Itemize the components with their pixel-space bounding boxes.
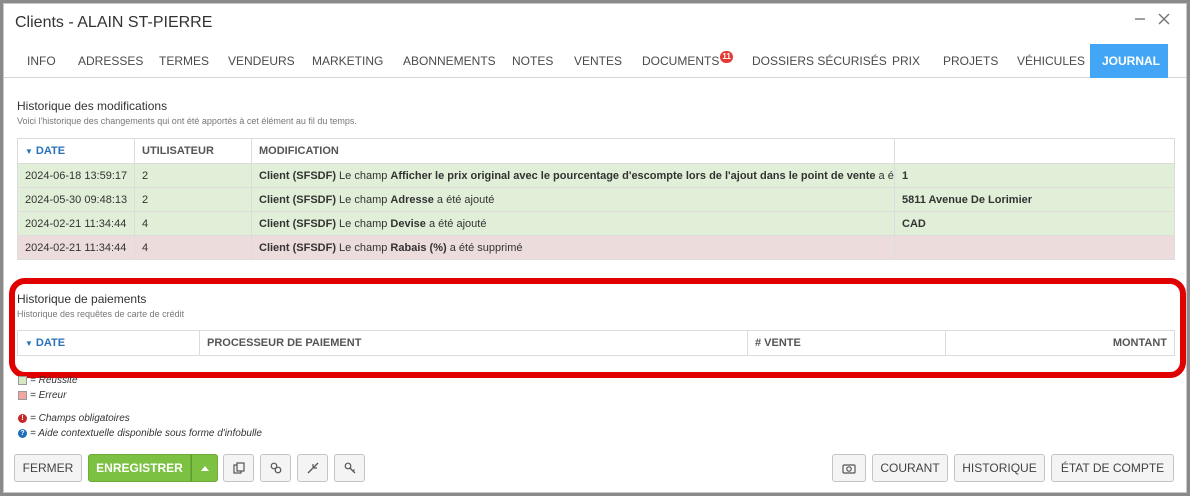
tab-vehicules[interactable]: VÉHICULES	[1005, 44, 1097, 78]
copy-icon	[232, 462, 245, 474]
modification-cell: Client (SFSDF) Le champ Afficher le prix…	[251, 163, 895, 188]
tab-journal[interactable]: JOURNAL	[1090, 44, 1168, 78]
sale-number-column-header[interactable]: # VENTE	[747, 330, 946, 356]
table-row[interactable]: 2024-02-21 11:34:44 4 Client (SFSDF) Le …	[17, 211, 1175, 236]
table-header-row: ▼ DATE UTILISATEUR MODIFICATION	[17, 138, 1175, 164]
table-row[interactable]: 2024-06-18 13:59:17 2 Client (SFSDF) Le …	[17, 163, 1175, 188]
payments-subtitle: Historique des requêtes de carte de créd…	[17, 309, 185, 319]
payments-table: ▼ DATE PROCESSEUR DE PAIEMENT # VENTE MON…	[17, 330, 1175, 356]
tab-vendeurs[interactable]: VENDEURS	[216, 44, 307, 78]
client-window: Clients - ALAIN ST-PIERRE INFO ADRESSES …	[3, 3, 1187, 493]
documents-count-badge: 11	[720, 51, 733, 63]
caret-up-icon	[200, 466, 209, 471]
red-highlight-box	[9, 278, 1186, 378]
user-cell: 4	[134, 211, 252, 236]
tab-abonnements[interactable]: ABONNEMENTS	[391, 44, 508, 78]
legend-error: = Erreur	[18, 390, 66, 401]
key-icon	[344, 462, 355, 474]
link-icon	[270, 462, 281, 474]
date-cell: 2024-02-21 11:34:44	[17, 211, 135, 236]
tab-prix[interactable]: PRIX	[880, 44, 932, 78]
date-cell: 2024-05-30 09:48:13	[17, 187, 135, 212]
modifications-table: ▼ DATE UTILISATEUR MODIFICATION 2024-06-1…	[17, 138, 1175, 260]
modifications-subtitle: Voici l'historique des changements qui o…	[17, 116, 357, 126]
value-cell: 1	[894, 163, 1175, 188]
tab-termes[interactable]: TERMES	[147, 44, 221, 78]
tab-notes[interactable]: NOTES	[500, 44, 565, 78]
copy-button[interactable]	[223, 454, 254, 482]
modifications-title: Historique des modifications	[17, 99, 168, 113]
sort-down-icon: ▼	[25, 147, 33, 156]
user-cell: 4	[134, 235, 252, 260]
success-swatch	[18, 376, 27, 385]
user-cell: 2	[134, 163, 252, 188]
value-cell	[894, 235, 1175, 260]
key-button[interactable]	[334, 454, 365, 482]
value-column-header	[894, 138, 1175, 164]
minimize-icon[interactable]	[1134, 12, 1146, 30]
modification-cell: Client (SFSDF) Le champ Adresse a été aj…	[251, 187, 895, 212]
title-bar: Clients - ALAIN ST-PIERRE	[4, 4, 1186, 42]
processor-column-header[interactable]: PROCESSEUR DE PAIEMENT	[199, 330, 748, 356]
table-row[interactable]: 2024-05-30 09:48:13 2 Client (SFSDF) Le …	[17, 187, 1175, 212]
camera-icon	[842, 463, 856, 474]
date-column-header[interactable]: ▼ DATE	[17, 138, 135, 164]
tab-info[interactable]: INFO	[15, 44, 68, 78]
legend-help: ? = Aide contextuelle disponible sous for…	[18, 428, 262, 439]
tab-dossiers-securises[interactable]: DOSSIERS SÉCURISÉS	[740, 44, 899, 78]
tab-adresses[interactable]: ADRESSES	[66, 44, 155, 78]
window-title: Clients - ALAIN ST-PIERRE	[15, 14, 213, 31]
modification-cell: Client (SFSDF) Le champ Rabais (%) a été…	[251, 235, 895, 260]
required-icon: !	[18, 414, 27, 423]
date-cell: 2024-06-18 13:59:17	[17, 163, 135, 188]
history-button[interactable]: HISTORIQUE	[954, 454, 1045, 482]
legend-success: = Réussite	[18, 375, 78, 386]
save-button[interactable]: ENREGISTRER	[88, 454, 191, 482]
tab-documents[interactable]: DOCUMENTS 11	[630, 44, 745, 78]
legend-required: ! = Champs obligatoires	[18, 413, 130, 424]
payments-title: Historique de paiements	[17, 292, 147, 306]
table-header-row: ▼ DATE PROCESSEUR DE PAIEMENT # VENTE MON…	[17, 330, 1175, 356]
tab-projets[interactable]: PROJETS	[931, 44, 1010, 78]
link-button[interactable]	[260, 454, 291, 482]
modification-column-header[interactable]: MODIFICATION	[251, 138, 895, 164]
user-column-header[interactable]: UTILISATEUR	[134, 138, 252, 164]
amount-column-header[interactable]: MONTANT	[945, 330, 1175, 356]
date-cell: 2024-02-21 11:34:44	[17, 235, 135, 260]
account-statement-button[interactable]: ÉTAT DE COMPTE	[1051, 454, 1174, 482]
error-swatch	[18, 391, 27, 400]
close-icon[interactable]	[1158, 12, 1170, 30]
compress-icon	[307, 462, 318, 474]
value-cell: 5811 Avenue De Lorimier	[894, 187, 1175, 212]
table-row[interactable]: 2024-02-21 11:34:44 4 Client (SFSDF) Le …	[17, 235, 1175, 260]
camera-button[interactable]	[832, 454, 866, 482]
tab-ventes[interactable]: VENTES	[562, 44, 634, 78]
close-button[interactable]: FERMER	[14, 454, 82, 482]
tab-marketing[interactable]: MARKETING	[300, 44, 395, 78]
merge-button[interactable]	[297, 454, 328, 482]
user-cell: 2	[134, 187, 252, 212]
current-button[interactable]: COURANT	[872, 454, 948, 482]
modification-cell: Client (SFSDF) Le champ Devise a été ajo…	[251, 211, 895, 236]
payment-date-column-header[interactable]: ▼ DATE	[17, 330, 200, 356]
sort-down-icon: ▼	[25, 339, 33, 348]
save-dropdown-button[interactable]	[191, 454, 218, 482]
value-cell: CAD	[894, 211, 1175, 236]
help-icon: ?	[18, 429, 27, 438]
tab-bar: INFO ADRESSES TERMES VENDEURS MARKETING …	[4, 44, 1186, 78]
